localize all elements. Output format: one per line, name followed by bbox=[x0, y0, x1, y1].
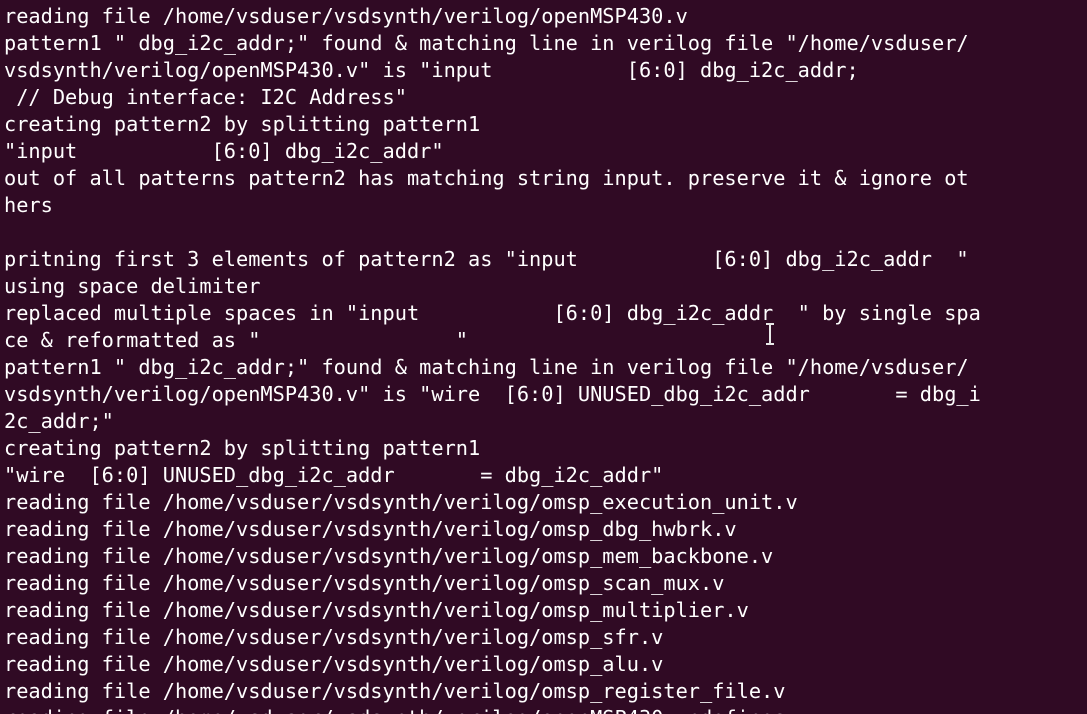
terminal-line: creating pattern2 by splitting pattern1 bbox=[4, 112, 481, 136]
terminal-line: hers bbox=[4, 193, 53, 217]
terminal-line: reading file /home/vsduser/vsdsynth/veri… bbox=[4, 652, 664, 676]
terminal-line: pritning first 3 elements of pattern2 as… bbox=[4, 247, 969, 271]
text-cursor-icon bbox=[765, 323, 775, 345]
terminal-line: reading file /home/vsduser/vsdsynth/veri… bbox=[4, 679, 786, 703]
terminal-line: creating pattern2 by splitting pattern1 bbox=[4, 436, 481, 460]
terminal-window[interactable]: reading file /home/vsduser/vsdsynth/veri… bbox=[0, 0, 1087, 714]
terminal-line: reading file /home/vsduser/vsdsynth/veri… bbox=[4, 598, 749, 622]
terminal-line: // Debug interface: I2C Address" bbox=[4, 85, 407, 109]
terminal-line: reading file /home/vsduser/vsdsynth/veri… bbox=[4, 571, 725, 595]
terminal-line: reading file /home/vsduser/vsdsynth/veri… bbox=[4, 4, 688, 28]
terminal-line: reading file /home/vsduser/vsdsynth/veri… bbox=[4, 544, 774, 568]
terminal-line: reading file /home/vsduser/vsdsynth/veri… bbox=[4, 705, 1087, 714]
terminal-line: pattern1 " dbg_i2c_addr;" found & matchi… bbox=[4, 355, 969, 379]
terminal-line: reading file /home/vsduser/vsdsynth/veri… bbox=[4, 490, 798, 514]
terminal-line: "input [6:0] dbg_i2c_addr" bbox=[4, 139, 444, 163]
terminal-line: ce & reformatted as " " bbox=[4, 328, 468, 352]
terminal-line: reading file /home/vsduser/vsdsynth/veri… bbox=[4, 625, 664, 649]
terminal-line: using space delimiter bbox=[4, 274, 261, 298]
terminal-line: vsdsynth/verilog/openMSP430.v" is "input… bbox=[4, 58, 859, 82]
terminal-line: out of all patterns pattern2 has matchin… bbox=[4, 166, 969, 190]
terminal-line: "wire [6:0] UNUSED_dbg_i2c_addr = dbg_i2… bbox=[4, 463, 664, 487]
terminal-line: vsdsynth/verilog/openMSP430.v" is "wire … bbox=[4, 382, 981, 406]
terminal-line: reading file /home/vsduser/vsdsynth/veri… bbox=[4, 517, 737, 541]
terminal-line: 2c_addr;" bbox=[4, 409, 114, 433]
terminal-line: replaced multiple spaces in "input [6:0]… bbox=[4, 301, 981, 325]
terminal-line: pattern1 " dbg_i2c_addr;" found & matchi… bbox=[4, 31, 969, 55]
